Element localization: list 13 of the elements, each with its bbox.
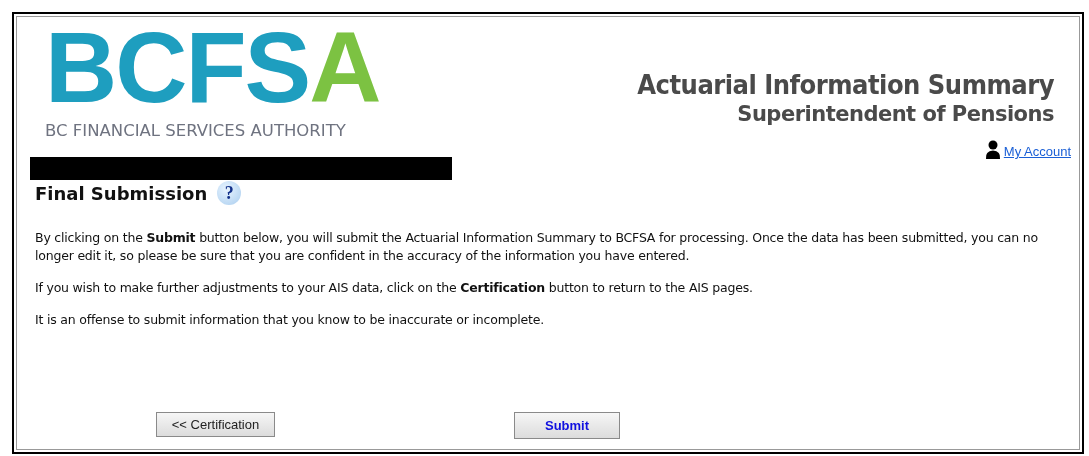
instruction-paragraph: It is an offense to submit information that you know to be inaccurate or incomplete. [35, 311, 546, 329]
back-button[interactable]: << Certification [156, 412, 275, 437]
my-account-link[interactable]: My Account [1003, 144, 1071, 159]
help-icon[interactable]: ? [217, 181, 242, 205]
page-heading: Final Submission [35, 182, 208, 204]
user-icon [984, 140, 1001, 159]
logo-wordmark: BCFSA [45, 25, 380, 109]
instruction-paragraph: By clicking on the Submit button below, you will submit the Actuarial Information Summary to BCFSA for processing. Once the data has been submitted, you can no longer edit it, so please be sure that you are confident in the accuracy of the information you have entered. [35, 229, 1039, 265]
instruction-paragraph: If you wish to make further adjustments to your AIS data, click on the Certification button to return to the AIS pages. [35, 279, 754, 297]
submit-button[interactable]: Submit [514, 412, 620, 439]
app-subtitle: Superintendent of Pensions [737, 102, 1054, 126]
logo-tagline: BC FINANCIAL SERVICES AUTHORITY [45, 121, 346, 140]
app-title: Actuarial Information Summary [637, 69, 1054, 100]
